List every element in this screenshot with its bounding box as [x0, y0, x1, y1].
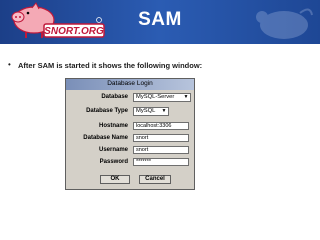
- database-type-label: Database Type: [86, 108, 128, 114]
- database-login-dialog: Database Login Database MySQL-Server ▼ D…: [65, 78, 195, 190]
- username-label: Username: [98, 147, 128, 153]
- database-type-select[interactable]: MySQL ▼: [133, 107, 169, 116]
- database-value: MySQL-Server: [136, 94, 175, 100]
- chevron-down-icon: ▼: [183, 94, 189, 100]
- dialog-titlebar[interactable]: Database Login: [66, 79, 194, 90]
- database-label: Database: [101, 94, 128, 100]
- hostname-input[interactable]: localhost:3306: [133, 122, 189, 130]
- hostname-label: Hostname: [98, 123, 128, 129]
- database-name-label: Database Name: [83, 135, 128, 141]
- snort-pig-logo: SNORT.ORG: [11, 2, 105, 38]
- cancel-button[interactable]: Cancel: [139, 175, 171, 184]
- bullet-text: After SAM is started it shows the follow…: [18, 61, 203, 70]
- database-select[interactable]: MySQL-Server ▼: [133, 93, 191, 102]
- database-name-input[interactable]: snort: [133, 134, 189, 142]
- bullet-dot: •: [8, 60, 11, 69]
- dialog-title: Database Login: [107, 80, 153, 87]
- password-label: Password: [99, 159, 128, 165]
- password-input[interactable]: *******: [133, 158, 189, 166]
- header-banner: SAM SNORT.ORG: [0, 0, 320, 44]
- logo-text: SNORT.ORG: [44, 26, 104, 37]
- database-type-value: MySQL: [136, 108, 156, 114]
- username-input[interactable]: snort: [133, 146, 189, 154]
- chevron-down-icon: ▼: [161, 108, 167, 114]
- ok-button[interactable]: OK: [100, 175, 130, 184]
